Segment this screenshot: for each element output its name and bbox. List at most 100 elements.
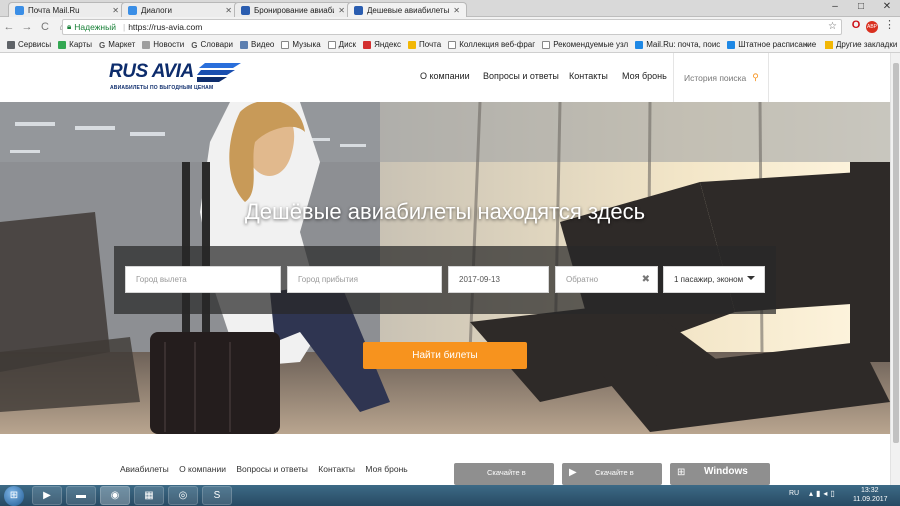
- site-footer: Авиабилеты О компании Вопросы и ответы К…: [0, 434, 890, 485]
- bookmark-recommended[interactable]: Рекомендуемые узл: [542, 40, 628, 49]
- sheet-icon: [727, 40, 736, 49]
- google-play-button[interactable]: ▶ Скачайте в: [562, 463, 662, 485]
- bookmark-star-icon[interactable]: ☆: [828, 21, 837, 32]
- footer-link-about[interactable]: О компании: [179, 464, 226, 474]
- language-indicator[interactable]: RU: [789, 490, 799, 497]
- bookmark-news[interactable]: Новости: [142, 40, 184, 49]
- bookmark-services[interactable]: Сервисы: [7, 40, 51, 49]
- bookmark-mailru[interactable]: Mail.Ru: почта, поис: [635, 40, 720, 49]
- page-icon: [142, 40, 151, 49]
- start-button[interactable]: ⊞: [4, 486, 24, 506]
- forward-icon[interactable]: →: [18, 17, 36, 37]
- media-player-taskbar-icon[interactable]: ▶: [32, 486, 62, 505]
- bookmark-disk[interactable]: Диск: [327, 40, 356, 49]
- tab-booking[interactable]: Бронирование авиабил ✕: [234, 2, 352, 17]
- departure-date-input[interactable]: 2017-09-13: [448, 266, 549, 293]
- bookmark-yandex[interactable]: Яндекс: [363, 40, 401, 49]
- url-text[interactable]: https://rus-avia.com: [128, 22, 202, 32]
- rusavia-logo[interactable]: RUS AVIA АВИАБИЛЕТЫ ПО ВЫГОДНЫМ ЦЕНАМ: [109, 61, 249, 93]
- mail-favicon-icon: [15, 5, 24, 15]
- clock-date[interactable]: 11.09.2017: [853, 496, 888, 503]
- bookmark-mail[interactable]: Почта: [407, 40, 441, 49]
- hero-title: Дешёвые авиабилеты находятся здесь: [244, 199, 646, 224]
- bookmarks-more-icon[interactable]: »: [804, 40, 808, 49]
- find-tickets-button[interactable]: Найти билеты: [363, 342, 527, 369]
- tab-label: Дешевые авиабилеты з: [367, 5, 450, 15]
- clear-return-icon[interactable]: ✖: [642, 274, 650, 285]
- chrome-taskbar-icon[interactable]: ◉: [100, 486, 130, 505]
- close-tab-icon[interactable]: ✕: [225, 6, 232, 15]
- close-window-icon[interactable]: ✕: [874, 0, 900, 15]
- page-icon: [327, 40, 336, 49]
- windows-store-button[interactable]: ⊞ Windows: [670, 463, 770, 485]
- browser-menu-icon[interactable]: ⋮: [884, 18, 895, 31]
- adblock-extension-icon[interactable]: ABP: [866, 21, 878, 33]
- back-icon[interactable]: ←: [0, 17, 18, 37]
- footer-link-tickets[interactable]: Авиабилеты: [120, 464, 169, 474]
- return-date-placeholder: Обратно: [566, 275, 599, 284]
- network-app-taskbar-icon[interactable]: ▦: [134, 486, 164, 505]
- scrollbar-thumb[interactable]: [893, 63, 899, 443]
- tab-cheap-flights[interactable]: Дешевые авиабилеты з ✕: [347, 2, 467, 17]
- opera-extension-icon[interactable]: O: [850, 19, 862, 33]
- tab-label: Почта Mail.Ru: [28, 5, 80, 15]
- page-icon: [281, 40, 290, 49]
- close-tab-icon[interactable]: ✕: [112, 6, 119, 15]
- browser-toolbar: ← → C ⌂ 🔒︎ Надежный | https://rus-avia.c…: [0, 17, 900, 37]
- reload-icon[interactable]: C: [36, 17, 54, 37]
- nav-faq[interactable]: Вопросы и ответы: [483, 71, 559, 81]
- windows-icon: ⊞: [677, 467, 686, 478]
- bookmark-video[interactable]: Видео: [240, 40, 274, 49]
- maximize-icon[interactable]: □: [848, 0, 874, 15]
- footer-nav: Авиабилеты О компании Вопросы и ответы К…: [120, 464, 416, 474]
- nav-my-booking[interactable]: Моя бронь: [622, 71, 667, 81]
- mailru-icon: [635, 40, 644, 49]
- site-header: RUS AVIA АВИАБИЛЕТЫ ПО ВЫГОДНЫМ ЦЕНАМ О …: [0, 53, 890, 102]
- skype-taskbar-icon[interactable]: S: [202, 486, 232, 505]
- google-icon: G: [98, 40, 106, 50]
- flight-search-panel: Город вылета Город прибытия 2017-09-13 О…: [114, 246, 776, 314]
- app-store-label: Скачайте в: [487, 468, 526, 477]
- bookmark-web-collection[interactable]: Коллекция веб-фраг: [448, 40, 535, 49]
- close-tab-icon[interactable]: ✕: [338, 6, 345, 15]
- search-history-label: История поиска: [684, 72, 747, 83]
- search-icon: ⚲: [752, 72, 759, 82]
- nav-about[interactable]: О компании: [420, 71, 470, 81]
- bookmark-music[interactable]: Музыка: [281, 40, 321, 49]
- lock-icon: 🔒︎: [67, 22, 72, 31]
- bookmark-dictionaries[interactable]: G Словари: [191, 40, 233, 50]
- close-tab-icon[interactable]: ✕: [453, 6, 460, 15]
- tab-mail[interactable]: Почта Mail.Ru ✕: [8, 2, 126, 17]
- passengers-select[interactable]: 1 пасажир, эконом: [663, 266, 765, 293]
- window-controls: – □ ✕: [822, 0, 900, 15]
- page-scrollbar[interactable]: [890, 53, 900, 485]
- logo-text: RUS AVIA: [109, 61, 194, 82]
- footer-link-faq[interactable]: Вопросы и ответы: [236, 464, 308, 474]
- radio-taskbar-icon[interactable]: ◎: [168, 486, 198, 505]
- address-bar[interactable]: 🔒︎ Надежный | https://rus-avia.com ☆: [62, 19, 842, 35]
- app-store-button[interactable]: Скачайте в: [454, 463, 554, 485]
- bookmark-staff-schedule[interactable]: Штатное расписание: [727, 40, 816, 49]
- nav-contacts[interactable]: Контакты: [569, 71, 608, 81]
- apps-icon: [7, 40, 15, 49]
- tab-dialogs[interactable]: Диалоги ✕: [121, 2, 239, 17]
- footer-link-my-booking[interactable]: Моя бронь: [365, 464, 407, 474]
- footer-link-contacts[interactable]: Контакты: [318, 464, 355, 474]
- other-bookmarks[interactable]: Другие закладки: [825, 40, 897, 49]
- bookmark-market[interactable]: G Маркет: [98, 40, 135, 50]
- passengers-value: 1 пасажир, эконом: [674, 275, 744, 284]
- tab-label: Бронирование авиабил: [254, 5, 335, 15]
- secure-label: Надежный: [74, 22, 116, 32]
- tab-strip: Почта Mail.Ru ✕ Диалоги ✕ Бронирование а…: [0, 0, 900, 17]
- tray-icons[interactable]: ▴▮◂▯: [809, 489, 838, 498]
- explorer-taskbar-icon[interactable]: ▬: [66, 486, 96, 505]
- departure-city-input[interactable]: Город вылета: [125, 266, 281, 293]
- bookmarks-bar: Сервисы Карты G Маркет Новости G Словари В…: [0, 37, 900, 53]
- arrival-city-input[interactable]: Город прибытия: [287, 266, 442, 293]
- clock-time[interactable]: 13:32: [861, 487, 879, 494]
- search-history-button[interactable]: История поиска ⚲: [673, 53, 769, 102]
- minimize-icon[interactable]: –: [822, 0, 848, 15]
- bookmark-maps[interactable]: Карты: [58, 40, 92, 49]
- return-date-input[interactable]: Обратно ✖: [555, 266, 658, 293]
- tab-label: Диалоги: [141, 5, 172, 15]
